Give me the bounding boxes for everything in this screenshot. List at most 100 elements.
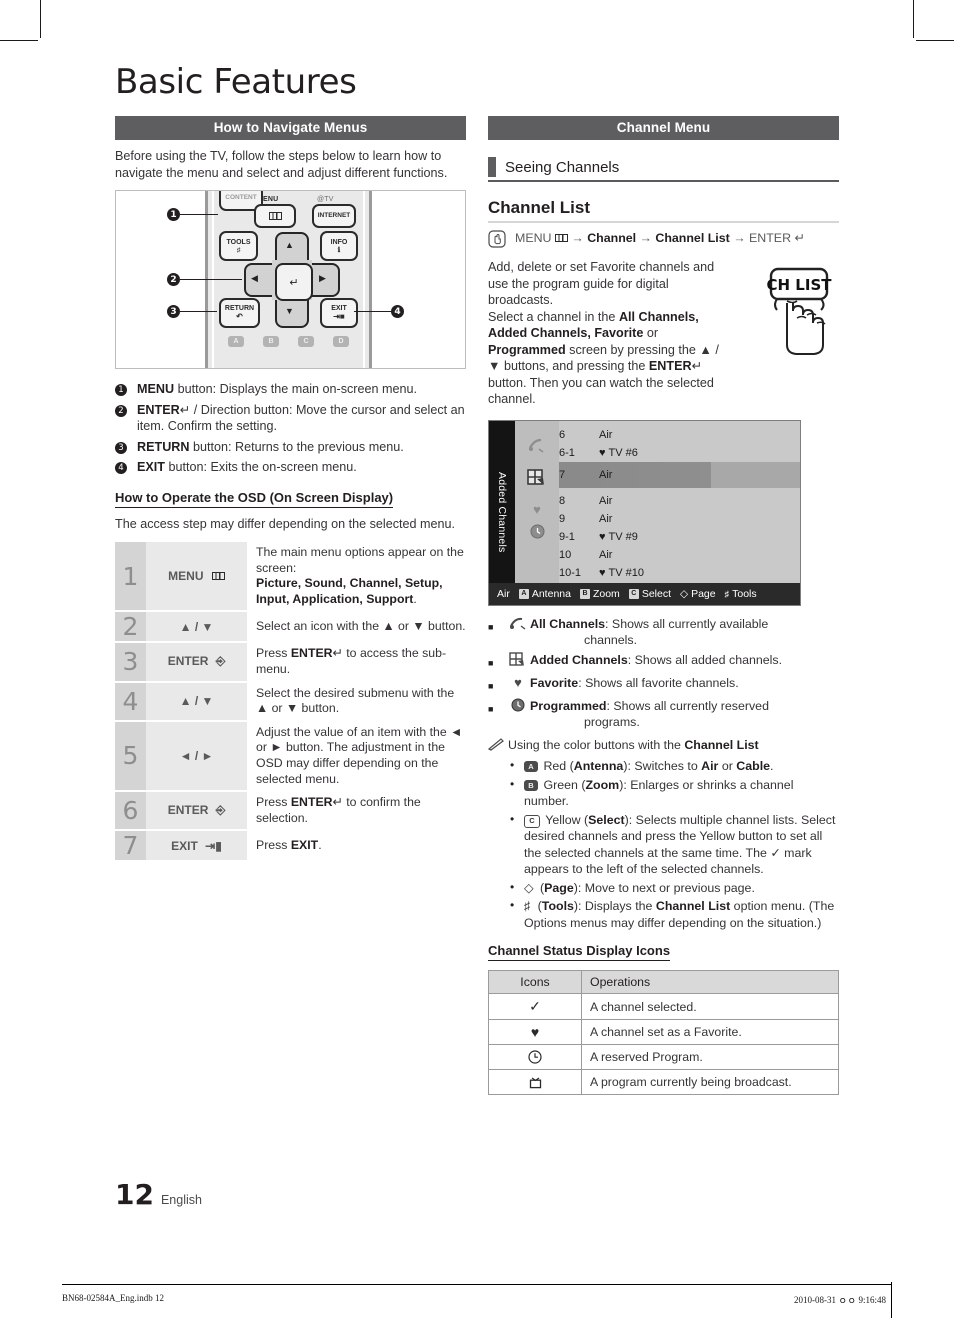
color-button-list: A Red (Antenna): Switches to Air or Cabl… [488,757,839,931]
color-button-a-badge: A [524,761,538,772]
page-diamond-icon: ◇ [680,587,689,600]
step-row-2: 2 ▲ / ▼ Select an icon with the ▲ or ▼ b… [115,612,466,642]
favorite-icon[interactable]: ♥ [525,500,549,520]
osd-row[interactable]: 6 Air [559,426,800,444]
step-number-4: 4 [115,682,146,720]
color-button-b-badge: B [524,779,538,791]
menu-grid-icon [268,212,282,220]
crop-mark-top-left-vertical [40,0,41,38]
callout-text-1: MENU button: Displays the main on-screen… [137,382,417,396]
channel-list-description: Add, delete or set Favorite channels and… [488,260,719,406]
crop-mark-top-right-horizontal [916,40,954,41]
mode-text-added-channels: Added Channels: Shows all added channels… [530,652,783,667]
callout-marker-1: 1 [167,208,180,221]
osd-row[interactable]: 9 Air [559,510,800,528]
channel-number: 8 [559,494,566,507]
status-op-1: A channel set as a Favorite. [581,1019,839,1045]
color-button-b[interactable]: B [263,336,279,347]
step-desc-3: Press ENTER↵ to access the sub-menu. [256,646,447,676]
step-key-5: ◄ / ► [146,721,247,791]
callout-number-4: 4 [115,459,137,476]
status-table-header-row: Icons Operations [488,970,839,994]
favorite-mark-icon: ♥ [599,566,606,579]
osd-row[interactable]: 9-1 ♥ TV #9 [559,528,800,546]
intro-paragraph: Before using the TV, follow the steps be… [115,149,448,180]
check-icon: ✓ [488,993,582,1020]
status-header-icons: Icons [488,970,582,994]
channel-name: TV #10 [608,566,644,579]
color-item-yellow-text: Yellow (Select): Selects multiple channe… [524,812,836,877]
internet-button[interactable]: INTERNET [312,204,356,228]
color-button-c[interactable]: C [298,336,314,347]
programmed-icon[interactable] [525,522,549,542]
channel-name: Air [599,468,613,481]
channel-number: 9 [559,512,566,525]
channel-status-icons-table: Icons Operations ✓ A channel selected. ♥… [488,970,839,1095]
left-column: How to Navigate Menus Before using the T… [115,116,466,1095]
clock-icon [488,1044,582,1070]
favorite-mark-icon: ♥ [599,530,606,543]
enter-icon: ⎆ [215,654,226,669]
osd-row[interactable]: 10 Air [559,546,800,564]
osd-channel-rows: 6 Air 6-1 ♥ TV #6 7 Air 8 Air 9 Air 9-1 … [559,420,800,597]
callout-line-3 [180,311,217,312]
all-channels-icon [506,616,530,649]
step-key-4: ▲ / ▼ [146,682,247,720]
osd-bottom-bar: Air A Antenna B Zoom C Select ◇ Page ♯ T… [489,582,800,605]
exit-button[interactable]: EXIT ⇥■ [320,298,358,328]
programmed-icon [506,698,530,731]
channel-name: TV #9 [608,530,638,543]
osd-subheading: How to Operate the OSD (On Screen Displa… [115,490,394,508]
osd-row[interactable]: 8 Air [559,492,800,510]
osd-row[interactable]: 6-1 ♥ TV #6 [559,444,800,462]
added-channels-icon[interactable] [525,468,549,488]
mode-item-added-channels: ■ Added Channels: Shows all added channe… [488,651,839,673]
step-number-6: 6 [115,792,146,830]
mode-item-programmed: ■ Programmed: Shows all currently reserv… [488,698,839,731]
tv-icon [488,1069,582,1095]
osd-key-tools[interactable]: ♯ Tools [725,588,757,600]
table-row: ♥ A channel set as a Favorite. [488,1019,839,1045]
mode-item-favorite: ■ ♥ Favorite: Shows all favorite channel… [488,675,839,695]
channel-list-description-block: CH LIST Add, delete or set Favorite chan… [488,259,839,408]
channel-list-osd-screenshot: Added Channels ♥ 6 Air 6-1 ♥ TV #6 7 Air… [488,419,801,606]
channel-number: 10-1 [559,566,582,579]
added-channels-icon [506,651,530,673]
step-number-3: 3 [115,643,146,681]
step-desc-1: The main menu options appear on the scre… [256,545,464,606]
osd-row[interactable]: 10-1 ♥ TV #10 [559,564,800,582]
page-footer: 12 English [115,1178,202,1211]
return-button[interactable]: RETURN ↶ [219,298,260,328]
color-item-yellow: C Yellow (Select): Selects multiple chan… [510,811,839,878]
color-button-a-badge: A [518,588,529,599]
step-key-3: ENTER ⎆ [146,643,247,681]
color-button-a[interactable]: A [228,336,244,347]
print-filename: BN68-02584A_Eng.indb 12 [62,1293,164,1303]
mode-item-all-channels: ■ All Channels: Shows all currently avai… [488,616,839,649]
color-button-d[interactable]: D [333,336,349,347]
channel-list-heading: Channel List [488,198,839,223]
color-item-tools-text: (Tools): Displays the Channel List optio… [524,899,835,930]
step-row-6: 6 ENTER ⎆ Press ENTER↵ to confirm the se… [115,792,466,830]
osd-row-selected[interactable]: 7 Air [559,461,800,488]
osd-key-select[interactable]: C Select [628,588,671,600]
color-item-tools: ♯ (Tools): Displays the Channel List opt… [510,897,839,931]
enter-button[interactable]: ↵ [275,263,313,301]
osd-key-page[interactable]: ◇ Page [680,588,716,600]
step-key-2: ▲ / ▼ [146,612,247,642]
menu-grid-icon [211,572,225,581]
color-button-b-badge: B [579,588,590,599]
step-row-1: 1 MENU The main menu options appear on t… [115,542,466,611]
channel-name: Air [599,494,613,507]
color-item-page: ◇ (Page): Move to next or previous page. [510,879,839,897]
channel-number: 6-1 [559,446,575,459]
svg-text:CH LIST: CH LIST [767,276,833,294]
osd-key-antenna[interactable]: A Antenna [518,588,571,600]
favorite-icon: ♥ [514,675,522,690]
step-row-5: 5 ◄ / ► Adjust the value of an item with… [115,721,466,791]
osd-key-zoom[interactable]: B Zoom [579,588,620,600]
menu-button[interactable] [254,204,296,228]
all-channels-icon[interactable] [525,435,549,455]
step-number-2: 2 [115,612,146,642]
step-row-4: 4 ▲ / ▼ Select the desired submenu with … [115,682,466,720]
